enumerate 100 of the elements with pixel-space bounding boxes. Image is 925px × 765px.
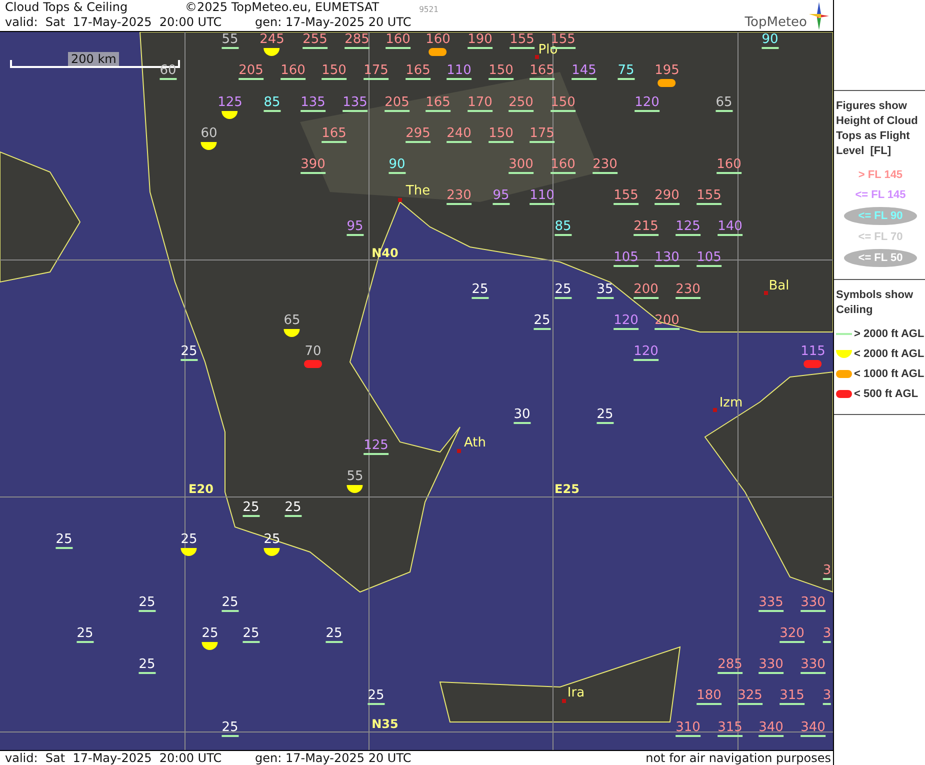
ceiling-underline xyxy=(738,703,762,705)
ceiling-underline xyxy=(780,703,804,705)
ceiling-underline xyxy=(758,672,784,674)
cloud-top-figure: 25 xyxy=(368,688,384,703)
cloud-top-figure: 70 xyxy=(304,344,322,359)
ceiling-underline xyxy=(468,47,492,49)
cloud-top-figure: 230 xyxy=(676,282,700,297)
generated-time: gen: 17-May-2025 20 UTC xyxy=(255,751,412,765)
ceiling-underline xyxy=(488,141,514,143)
legend-band-label: <= FL 145 xyxy=(854,188,907,203)
ceiling-underline xyxy=(696,703,722,705)
ceiling-underline xyxy=(364,78,388,80)
valid-time: valid: Sat 17-May-2025 20:00 UTC xyxy=(5,15,223,30)
cloud-top-figure: 25 xyxy=(326,626,342,641)
cloud-top-figure: 25 xyxy=(534,313,550,328)
legend-symbol-label: > 2000 ft AGL xyxy=(854,328,924,340)
cloud-top-figure: 285 xyxy=(344,32,370,47)
cloud-top-figure: 35 xyxy=(596,282,614,297)
ceiling-underline xyxy=(300,110,326,112)
grid-label: E25 xyxy=(554,482,580,496)
city-label: Ath xyxy=(464,436,486,450)
cloud-top-figure: 315 xyxy=(718,720,742,735)
cloud-top-figure: 25 xyxy=(138,657,156,672)
cloud-top-figure: 25 xyxy=(180,344,198,359)
ceiling-underline xyxy=(364,453,388,455)
ceiling-underline xyxy=(550,47,576,49)
cloud-top-figure: 165 xyxy=(406,63,430,78)
legend-band-pill: <= FL 90 xyxy=(844,207,917,225)
ceiling-underline xyxy=(406,141,430,143)
cloud-top-figure: 120 xyxy=(634,344,658,359)
cloud-top-figure: 205 xyxy=(384,95,410,110)
ceiling-underline xyxy=(534,328,550,330)
image-code: 9521 xyxy=(419,4,438,15)
cloud-top-figure: 285 xyxy=(718,657,742,672)
cloud-top-figure: 125 xyxy=(364,438,388,453)
ceiling-underline xyxy=(654,203,680,205)
cloud-top-figure: 25 xyxy=(554,282,572,297)
cloud-top-figure: 65 xyxy=(716,95,732,110)
cloud-top-figure: 25 xyxy=(242,500,260,515)
ceiling-underline xyxy=(634,110,660,112)
ceiling-underline xyxy=(284,515,302,517)
cloud-top-figure: 180 xyxy=(696,688,722,703)
ceiling-underline xyxy=(530,141,554,143)
cloud-top-figure: 390 xyxy=(300,157,326,172)
cloud-top-figure: 3 xyxy=(822,563,832,578)
valid-time: valid: Sat 17-May-2025 20:00 UTC xyxy=(5,751,223,765)
legend-band-pill: <= FL 50 xyxy=(844,249,917,267)
ceiling-underline xyxy=(426,110,450,112)
cloud-top-figure: 190 xyxy=(468,32,492,47)
ceiling-underline xyxy=(780,641,804,643)
ceiling-underline xyxy=(654,328,680,330)
cloud-top-figure: 3 xyxy=(822,626,832,641)
ceiling-underline xyxy=(634,297,658,299)
cloud-top-figure: 140 xyxy=(718,219,742,234)
cloud-top-figure: 255 xyxy=(302,32,328,47)
cloud-top-figure: 55 xyxy=(222,32,238,47)
ceiling-underline xyxy=(446,141,472,143)
cloud-top-figure: 330 xyxy=(800,657,826,672)
cloud-top-figure: 160 xyxy=(426,32,450,47)
ceiling-underline xyxy=(322,141,346,143)
ceiling-underline xyxy=(56,547,72,549)
ceiling-underline xyxy=(386,47,410,49)
cloud-top-figure: 115 xyxy=(800,344,826,359)
cloud-top-figure: 65 xyxy=(284,313,300,328)
ceiling-underline xyxy=(346,234,364,236)
cloud-top-figure: 155 xyxy=(696,188,722,203)
ceiling-underline xyxy=(446,78,472,80)
ceiling-underline xyxy=(302,47,328,49)
ceiling-underline xyxy=(614,328,638,330)
cloud-top-figure: 120 xyxy=(614,313,638,328)
ceiling-underline xyxy=(488,78,514,80)
ceiling-underline xyxy=(614,265,638,267)
cloud-top-figure: 150 xyxy=(322,63,346,78)
cloud-top-figure: 25 xyxy=(596,407,614,422)
cloud-top-figure: 25 xyxy=(242,626,260,641)
cloud-top-figure: 150 xyxy=(488,126,514,141)
ceiling-underline xyxy=(634,234,658,236)
ceiling-underline xyxy=(596,422,614,424)
cloud-top-figure: 160 xyxy=(550,157,576,172)
cloud-top-figure: 150 xyxy=(550,95,576,110)
cloud-top-figure: 155 xyxy=(614,188,638,203)
cloud-top-figure: 125 xyxy=(218,95,242,110)
cloud-top-figure: 30 xyxy=(514,407,530,422)
ceiling-underline xyxy=(762,47,778,49)
pill-icon xyxy=(804,360,822,368)
cloud-top-figure: 215 xyxy=(634,219,658,234)
cloud-top-figure: 340 xyxy=(800,720,826,735)
cloud-top-figure: 155 xyxy=(510,32,534,47)
ceiling-underline xyxy=(676,297,700,299)
ceiling-underline xyxy=(326,641,342,643)
cloud-top-figure: 205 xyxy=(238,63,264,78)
cloud-top-figure: 150 xyxy=(488,63,514,78)
ceiling-underline xyxy=(836,333,852,335)
ceiling-underline xyxy=(446,203,472,205)
cloud-top-figure: 165 xyxy=(530,63,554,78)
cloud-top-figure: 105 xyxy=(614,250,638,265)
grid-label: N35 xyxy=(372,717,398,731)
ceiling-underline xyxy=(758,735,784,737)
grid-label: E20 xyxy=(188,482,214,496)
cloud-top-figure: 85 xyxy=(554,219,572,234)
